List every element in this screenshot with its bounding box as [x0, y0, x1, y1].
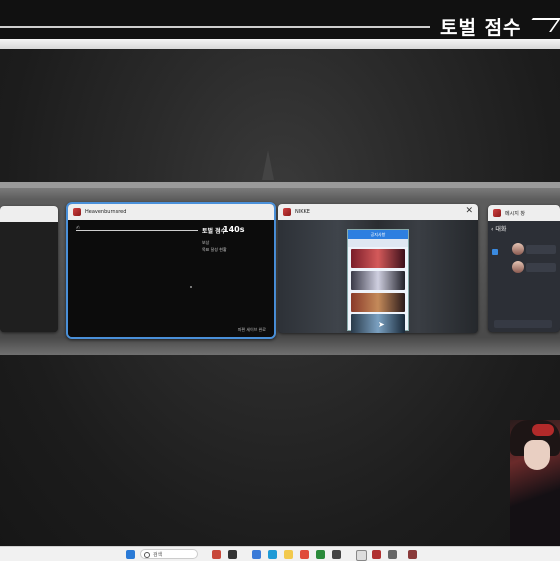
mouse-cursor-icon	[190, 286, 192, 288]
background-spire	[262, 150, 274, 180]
window-title: NIKKE	[295, 209, 310, 215]
window-titlebar: Heavenburnsred	[68, 204, 274, 220]
event-banner	[351, 271, 405, 290]
message-bubble	[526, 245, 556, 254]
window-titlebar: 메시지 창	[488, 205, 560, 221]
window-preview: 공지사항 ➤	[278, 220, 478, 333]
avatar-face	[524, 440, 550, 470]
window-thumbnail-left[interactable]	[0, 206, 58, 332]
chat-message	[494, 261, 558, 275]
avatar	[512, 243, 524, 255]
preview-footer: 파편 세이브 완료	[237, 327, 266, 332]
preview-line-2: 목표 달성 현황	[202, 247, 227, 252]
message-bubble	[526, 263, 556, 272]
streamer-avatar	[510, 420, 560, 548]
taskbar-app-icon[interactable]	[356, 550, 367, 561]
task-view-band-top	[0, 182, 560, 188]
nikke-app-icon	[283, 208, 291, 216]
back-chevron-icon: ‹ 대화	[491, 226, 507, 233]
taskbar-app-icon[interactable]	[388, 550, 397, 559]
window-preview	[0, 222, 58, 332]
header-strip	[0, 39, 560, 49]
taskbar-app-icon[interactable]	[332, 550, 341, 559]
chrome-icon[interactable]	[300, 550, 309, 559]
taskbar-app-icon[interactable]	[212, 550, 221, 559]
window-preview: ‹ 대화	[488, 221, 560, 332]
avatar-hair-highlight	[532, 424, 554, 436]
notice-panel: 공지사항	[347, 229, 409, 333]
chat-app-icon	[493, 209, 501, 217]
window-preview: ✍ 토벌 점수 140s 보상 목표 달성 현황 파편 세이브 완료	[68, 220, 274, 337]
avatar	[512, 261, 524, 273]
taskbar-app-icon[interactable]	[252, 550, 261, 559]
chat-back-label: 대화	[495, 226, 507, 233]
preview-time: 140s	[223, 225, 245, 234]
preview-divider	[76, 230, 198, 231]
score-title: 토벌 점수	[440, 17, 522, 39]
window-title: Heavenburnsred	[85, 209, 127, 215]
window-titlebar: NIKKE ✕	[278, 204, 478, 220]
event-banner	[351, 293, 405, 312]
notice-tabs	[348, 239, 408, 247]
taskbar-app-icon[interactable]	[316, 550, 325, 559]
taskbar-app-icon[interactable]	[228, 550, 237, 559]
header-divider	[0, 26, 430, 28]
search-icon	[144, 552, 150, 558]
chat-message	[494, 243, 558, 257]
folder-icon[interactable]	[284, 550, 293, 559]
mouse-cursor-icon: ➤	[378, 320, 385, 329]
game-app-icon	[73, 208, 81, 216]
window-title: 메시지 창	[505, 210, 525, 217]
event-banner	[351, 249, 405, 268]
taskbar-app-icon[interactable]	[372, 550, 381, 559]
taskbar-app-icon[interactable]	[408, 550, 417, 559]
preview-line-1: 보상	[202, 240, 210, 245]
window-titlebar	[0, 206, 58, 222]
search-placeholder: 검색	[153, 552, 163, 558]
message-input	[494, 320, 552, 328]
window-thumbnail-nikke[interactable]: NIKKE ✕ 공지사항 ➤	[278, 204, 478, 333]
close-icon[interactable]: ✕	[465, 206, 473, 216]
edge-icon[interactable]	[268, 550, 277, 559]
window-thumbnail-chat[interactable]: 메시지 창 ‹ 대화	[488, 205, 560, 332]
notice-header: 공지사항	[348, 230, 408, 239]
taskbar-search[interactable]: 검색	[140, 549, 198, 559]
window-thumbnail-active[interactable]: Heavenburnsred ✍ 토벌 점수 140s 보상 목표 달성 현황 …	[66, 202, 276, 339]
start-button[interactable]	[126, 550, 135, 559]
windows-taskbar: 검색	[0, 546, 560, 561]
